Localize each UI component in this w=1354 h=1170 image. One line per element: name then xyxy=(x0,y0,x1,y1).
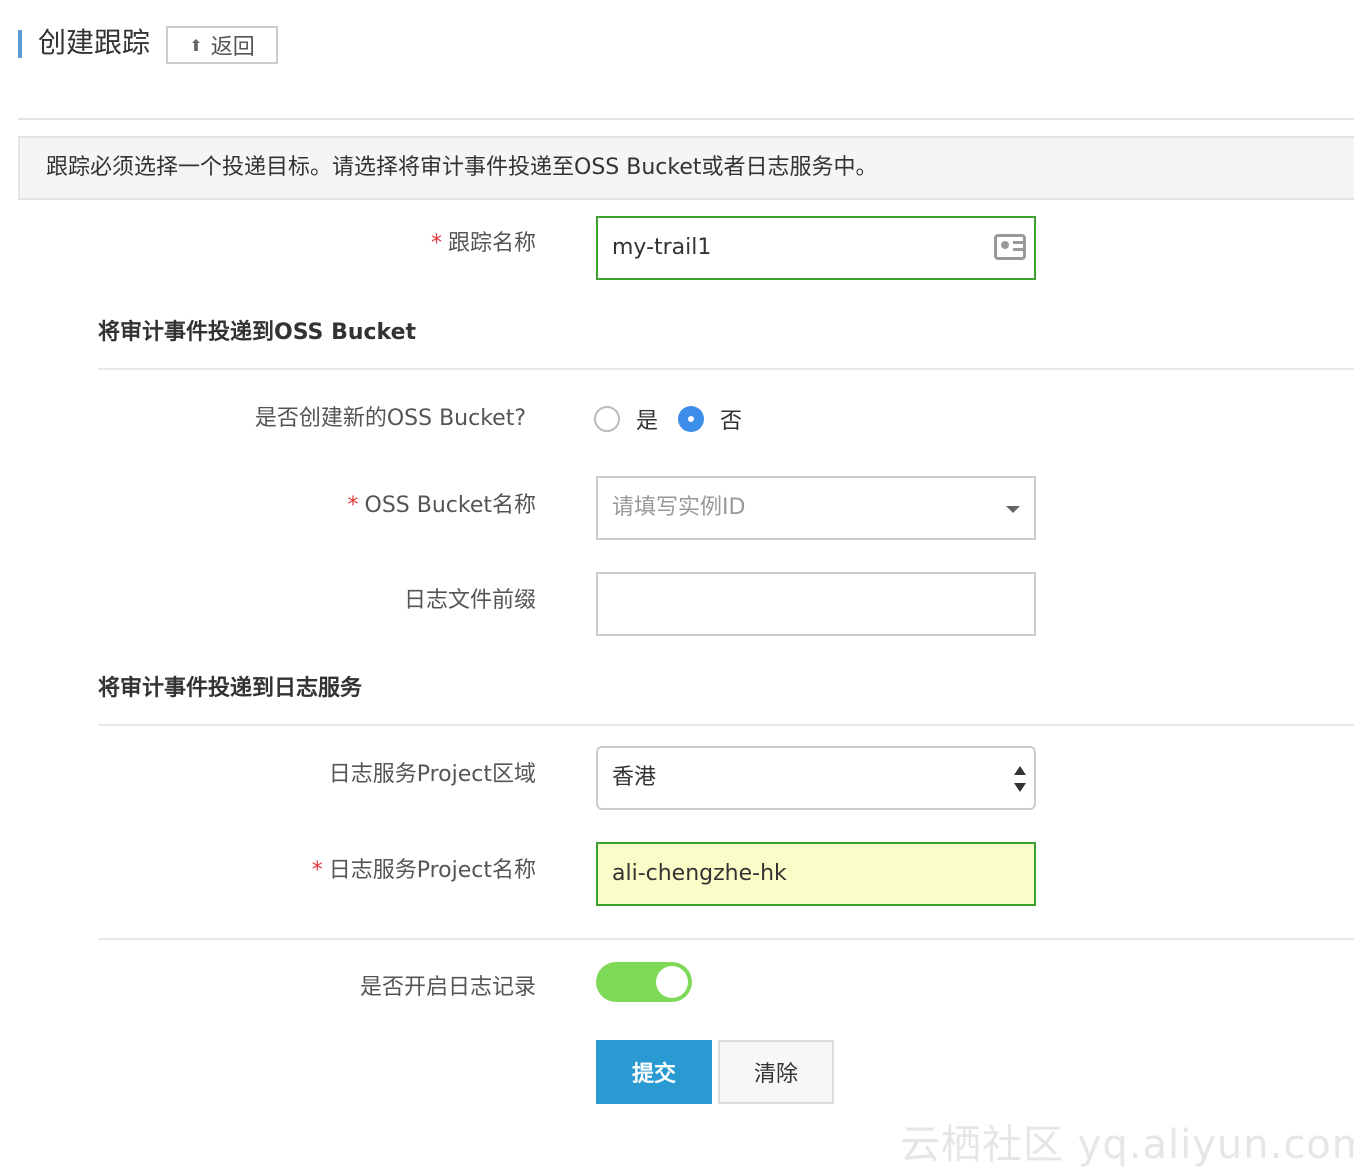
radio-yes[interactable] xyxy=(594,406,620,432)
project-region-select[interactable]: 香港 xyxy=(596,746,1036,810)
toggle-knob xyxy=(656,966,688,998)
project-region-label: 日志服务Project区域 xyxy=(328,762,536,787)
radio-no-label: 否 xyxy=(720,409,743,434)
trail-name-input[interactable]: my-trail1 xyxy=(596,216,1036,280)
updown-arrows-icon xyxy=(1014,766,1026,792)
log-section-title: 将审计事件投递到日志服务 xyxy=(98,676,363,701)
bucket-name-label: * OSS Bucket名称 xyxy=(347,493,537,518)
page-title: 创建跟踪 xyxy=(38,26,151,59)
trail-name-label: * 跟踪名称 xyxy=(430,231,536,256)
create-bucket-label: 是否创建新的OSS Bucket? xyxy=(254,406,526,431)
title-accent-bar xyxy=(18,30,22,58)
required-asterisk: * xyxy=(430,231,442,256)
log-prefix-label: 日志文件前缀 xyxy=(403,588,536,613)
enable-logging-label: 是否开启日志记录 xyxy=(359,975,536,1000)
back-button[interactable]: ⬆ 返回 xyxy=(166,26,278,64)
radio-yes-label: 是 xyxy=(636,409,659,434)
upload-arrow-icon: ⬆ xyxy=(189,35,203,55)
required-asterisk: * xyxy=(311,858,323,883)
project-name-input[interactable]: ali-chengzhe-hk xyxy=(596,842,1036,906)
enable-logging-toggle[interactable] xyxy=(596,962,692,1002)
contact-card-icon[interactable] xyxy=(994,234,1026,260)
submit-button[interactable]: 提交 xyxy=(596,1040,712,1104)
bucket-name-placeholder: 请填写实例ID xyxy=(612,495,746,520)
oss-section-title: 将审计事件投递到OSS Bucket xyxy=(98,320,417,345)
header-divider xyxy=(18,118,1354,120)
radio-no[interactable] xyxy=(678,406,704,432)
watermark: 云栖社区 yq.aliyun.com xyxy=(900,1122,1354,1168)
project-region-value: 香港 xyxy=(612,765,657,790)
project-name-label: * 日志服务Project名称 xyxy=(311,858,536,883)
log-prefix-input[interactable] xyxy=(596,572,1036,636)
bucket-name-select[interactable]: 请填写实例ID xyxy=(596,476,1036,540)
oss-section-divider xyxy=(98,368,1354,370)
back-button-label: 返回 xyxy=(210,35,255,60)
log-section-divider xyxy=(98,724,1354,726)
notice-banner: 跟踪必须选择一个投递目标。请选择将审计事件投递至OSS Bucket或者日志服务… xyxy=(18,136,1354,200)
logging-divider xyxy=(98,938,1354,940)
trail-name-value: my-trail1 xyxy=(612,235,712,260)
clear-button[interactable]: 清除 xyxy=(718,1040,834,1104)
required-asterisk: * xyxy=(347,493,359,518)
chevron-down-icon xyxy=(1006,506,1020,513)
